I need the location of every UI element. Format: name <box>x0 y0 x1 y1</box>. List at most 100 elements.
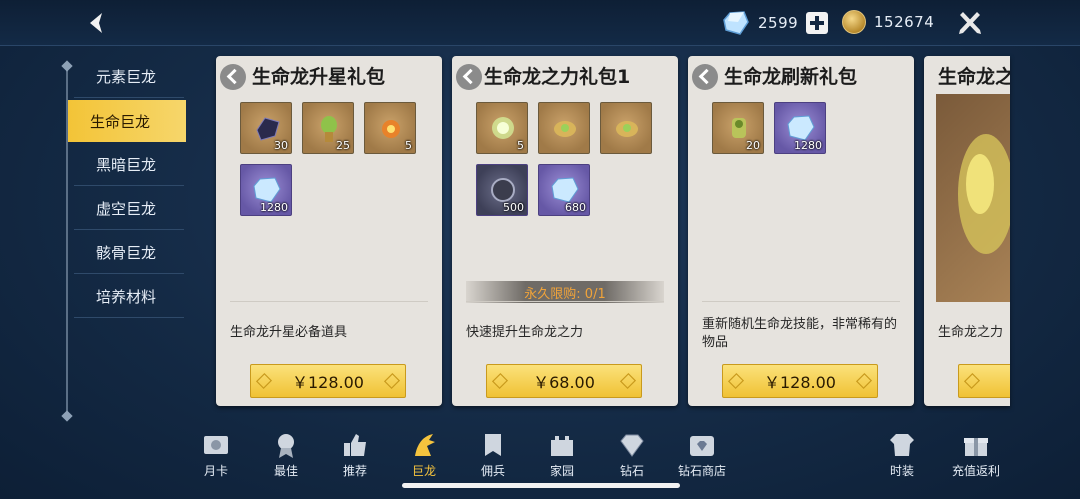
nav-diamond[interactable]: 钻石 <box>604 430 660 479</box>
bundle-title: 生命龙之 <box>938 66 1010 88</box>
bundle-description: 快速提升生命龙之力 <box>466 325 584 340</box>
gold-coin-icon <box>842 10 866 34</box>
sidebar-item-bone-dragon[interactable]: 骸骨巨龙 <box>74 232 184 274</box>
life-dragon-figure-icon <box>958 134 1010 254</box>
golden-dragon-relic-icon <box>616 121 638 137</box>
bundle-item-diamond[interactable]: 680 <box>538 164 590 216</box>
golden-dragon-relic-icon <box>554 121 576 137</box>
dragon-icon <box>415 434 435 456</box>
nav-home[interactable]: 家园 <box>534 430 590 479</box>
thumbs-up-icon <box>344 434 366 456</box>
bundle-item-diamond[interactable]: 1280 <box>240 164 292 216</box>
buy-button[interactable]: ￥68.00 <box>486 364 642 398</box>
bundle-item-golden-relic[interactable] <box>600 102 652 154</box>
card-back-button[interactable] <box>692 64 718 90</box>
buy-button[interactable]: ￥128.00 <box>250 364 406 398</box>
castle-icon <box>551 436 573 456</box>
bundle-item-dark-stone[interactable]: 500 <box>476 164 528 216</box>
sidebar-item-element-dragon[interactable]: 元素巨龙 <box>74 56 184 98</box>
bundle-card-power: 生命龙之力礼包1 5 500 680 永久限购: 0/1 快速提升生命龙之力 ￥… <box>452 56 678 406</box>
nav-best[interactable]: 最佳 <box>258 430 314 479</box>
bundle-preview-image[interactable] <box>936 94 1010 302</box>
diamond-resource: 2599 <box>722 10 829 36</box>
bundle-item-diamond[interactable]: 1280 <box>774 102 826 154</box>
buy-button[interactable]: ￥128.00 <box>722 364 878 398</box>
nav-month-card[interactable]: 月卡 <box>188 430 244 479</box>
item-quantity: 1280 <box>794 139 822 152</box>
add-diamond-button[interactable] <box>806 12 829 34</box>
gold-resource: 152674 <box>842 10 934 34</box>
nav-recharge-rebate[interactable]: 充值返利 <box>948 430 1004 479</box>
sidebar-item-label: 生命巨龙 <box>90 112 151 131</box>
close-button[interactable] <box>956 9 984 37</box>
nav-label: 充值返利 <box>951 464 1000 478</box>
sidebar-item-life-dragon[interactable]: 生命巨龙 <box>68 100 186 142</box>
bundle-item-dark-crystal[interactable]: 30 <box>240 102 292 154</box>
diamond-icon <box>620 434 644 457</box>
bundle-card-star-up: 生命龙升星礼包 30 25 5 1280 生命龙升星必备道具 ￥128.00 <box>216 56 442 406</box>
price-label: ￥68.00 <box>533 373 595 392</box>
bundle-title: 生命龙升星礼包 <box>252 66 386 88</box>
card-divider <box>702 301 900 302</box>
card-divider <box>466 301 664 302</box>
bundle-item-fire-orb[interactable]: 5 <box>364 102 416 154</box>
nav-label: 钻石 <box>619 464 644 478</box>
home-indicator[interactable] <box>402 483 680 488</box>
buy-button[interactable] <box>958 364 1010 398</box>
bundle-card-partial: 生命龙之 生命龙之力 <box>924 56 1010 406</box>
sidebar-item-void-dragon[interactable]: 虚空巨龙 <box>74 188 184 230</box>
bundle-item-green-statue[interactable]: 20 <box>712 102 764 154</box>
nav-label: 月卡 <box>203 464 228 478</box>
nav-label: 钻石商店 <box>677 464 726 478</box>
card-back-button[interactable] <box>220 64 246 90</box>
sidebar-item-label: 培养材料 <box>96 288 157 306</box>
item-quantity: 5 <box>405 139 412 152</box>
card-divider <box>230 301 428 302</box>
glowing-green-orb-icon <box>492 117 514 139</box>
button-ornament <box>491 372 509 390</box>
back-button[interactable] <box>82 8 112 38</box>
sidebar-item-materials[interactable]: 培养材料 <box>74 276 184 318</box>
diamond-shop-icon <box>690 436 714 456</box>
price-label: ￥128.00 <box>764 373 836 392</box>
item-quantity: 680 <box>565 201 586 214</box>
bundle-description: 生命龙之力 <box>938 325 1004 340</box>
nav-label: 推荐 <box>342 464 367 478</box>
nav-label: 时装 <box>889 464 914 478</box>
nav-dragon[interactable]: 巨龙 <box>396 430 452 479</box>
sidebar-item-label: 元素巨龙 <box>96 68 157 86</box>
gold-count: 152674 <box>874 13 935 31</box>
medal-icon <box>278 434 294 458</box>
button-ornament <box>855 372 873 390</box>
bundle-description: 生命龙升星必备道具 <box>230 325 348 340</box>
bundle-item-green-orb[interactable]: 5 <box>476 102 528 154</box>
month-card-icon <box>204 436 228 454</box>
top-bar: 2599 152674 <box>0 0 1080 46</box>
purchase-limit: 永久限购: 0/1 <box>466 281 664 303</box>
item-quantity: 30 <box>274 139 288 152</box>
back-arrow-icon <box>90 13 102 33</box>
item-quantity: 5 <box>517 139 524 152</box>
diamond-count: 2599 <box>758 14 799 32</box>
diamond-currency-icon <box>723 11 749 35</box>
nav-recommend[interactable]: 推荐 <box>327 430 383 479</box>
card-back-button[interactable] <box>456 64 482 90</box>
button-ornament <box>619 372 637 390</box>
item-quantity: 1280 <box>260 201 288 214</box>
bundle-title: 生命龙刷新礼包 <box>724 66 858 88</box>
nav-label: 佣兵 <box>480 464 505 478</box>
nav-label: 家园 <box>549 464 574 478</box>
bundle-item-green-totem[interactable]: 25 <box>302 102 354 154</box>
nav-mercenary[interactable]: 佣兵 <box>465 430 521 479</box>
costume-icon <box>890 434 914 456</box>
gift-box-icon <box>964 438 988 456</box>
nav-costume[interactable]: 时装 <box>874 430 930 479</box>
button-ornament <box>255 372 273 390</box>
nav-diamond-shop[interactable]: 钻石商店 <box>672 430 732 479</box>
bundle-item-golden-relic[interactable] <box>538 102 590 154</box>
button-ornament <box>383 372 401 390</box>
button-ornament <box>963 372 981 390</box>
sidebar-item-label: 虚空巨龙 <box>96 200 157 218</box>
sidebar-item-dark-dragon[interactable]: 黑暗巨龙 <box>74 144 184 186</box>
nav-label: 最佳 <box>273 464 298 478</box>
